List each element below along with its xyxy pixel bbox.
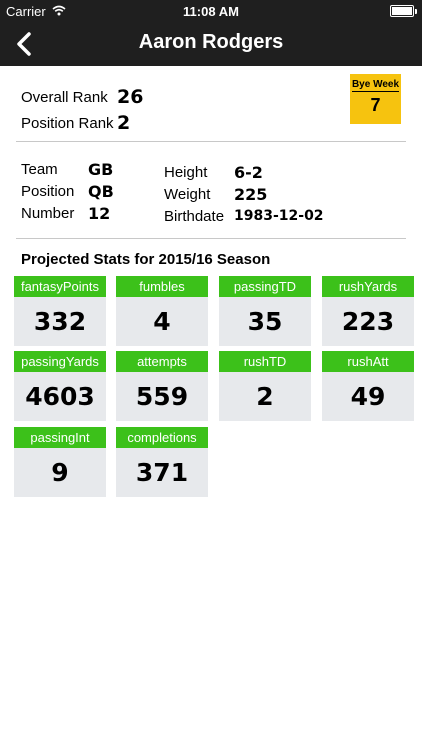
- stat-label: fumbles: [116, 276, 208, 297]
- team-label: Team: [21, 160, 58, 178]
- status-time: 11:08 AM: [183, 4, 239, 19]
- stat-label: rushAtt: [322, 351, 414, 372]
- weight-value: 225: [234, 184, 268, 204]
- bye-week-badge: Bye Week 7: [350, 74, 401, 124]
- overall-rank-label: Overall Rank: [21, 88, 108, 106]
- stat-card: fantasyPoints 332: [14, 276, 106, 346]
- stat-card: rushTD 2: [219, 351, 311, 421]
- stat-value: 4: [153, 307, 171, 336]
- stat-label: passingInt: [14, 427, 106, 448]
- stat-value: 49: [350, 382, 386, 411]
- page-title: Aaron Rodgers: [138, 31, 284, 53]
- stat-label: rushYards: [322, 276, 414, 297]
- player-info-right: Height 6-2 Weight 225 Birthdate 1983-12-…: [164, 161, 324, 227]
- birthdate-value: 1983-12-02: [234, 208, 324, 224]
- stat-value: 223: [341, 307, 395, 336]
- stat-label: passingYards: [14, 351, 106, 372]
- team-value: GB: [88, 159, 114, 179]
- weight-label: Weight: [164, 185, 211, 203]
- stat-card: passingYards 4603: [14, 351, 106, 421]
- stat-card: fumbles 4: [116, 276, 208, 346]
- stat-label: passingTD: [219, 276, 311, 297]
- stat-card: passingInt 9: [14, 427, 106, 497]
- player-info-left: Team GB Position QB Number 12: [21, 158, 114, 224]
- stat-value: 559: [135, 382, 189, 411]
- projected-stats-title: Projected Stats for 2015/16 Season: [21, 251, 271, 268]
- bye-week-label: Bye Week: [351, 79, 400, 92]
- position-rank-label: Position Rank: [21, 114, 114, 132]
- stat-value: 9: [51, 458, 69, 487]
- stat-label: fantasyPoints: [14, 276, 106, 297]
- stat-label: rushTD: [219, 351, 311, 372]
- position-label: Position: [21, 182, 75, 200]
- stat-card: rushYards 223: [322, 276, 414, 346]
- rank-block: Overall Rank 26 Position Rank 2: [21, 84, 143, 136]
- stat-card: completions 371: [116, 427, 208, 497]
- divider: [16, 238, 406, 239]
- birthdate-label: Birthdate: [164, 207, 225, 225]
- nav-bar: Carrier 11:08 AM Aaron Rodgers: [0, 0, 422, 66]
- number-value: 12: [88, 203, 111, 223]
- overall-rank-value: 26: [117, 86, 144, 108]
- bye-week-value: 7: [370, 95, 381, 115]
- height-label: Height: [164, 163, 208, 181]
- stat-label: completions: [116, 427, 208, 448]
- divider: [16, 141, 406, 142]
- stat-card: attempts 559: [116, 351, 208, 421]
- position-rank-value: 2: [117, 112, 131, 134]
- battery-level: [392, 7, 412, 15]
- number-label: Number: [21, 204, 75, 222]
- stat-value: 332: [33, 307, 87, 336]
- stat-value: 35: [247, 307, 283, 336]
- stat-value: 2: [256, 382, 274, 411]
- height-value: 6-2: [234, 162, 263, 182]
- stat-card: passingTD 35: [219, 276, 311, 346]
- stat-value: 4603: [25, 382, 95, 411]
- battery-icon: [390, 5, 417, 17]
- stat-card: rushAtt 49: [322, 351, 414, 421]
- stat-value: 371: [135, 458, 189, 487]
- position-value: QB: [88, 181, 114, 201]
- stat-label: attempts: [116, 351, 208, 372]
- status-bar: Carrier 11:08 AM: [0, 0, 422, 22]
